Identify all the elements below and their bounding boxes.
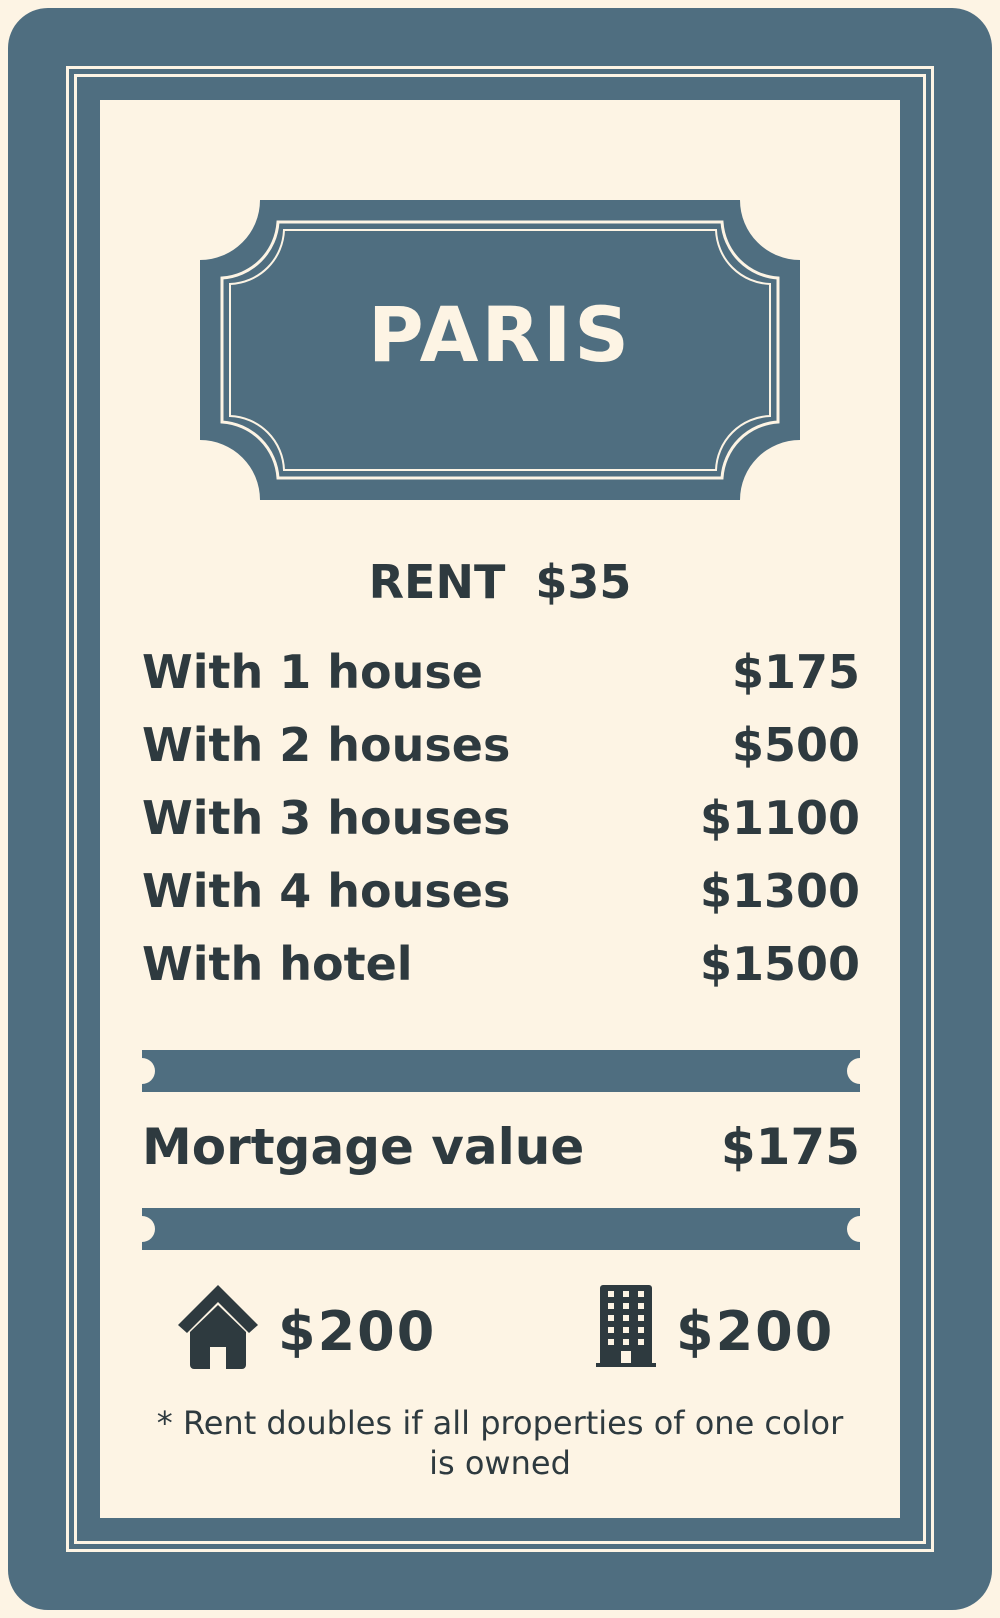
mortgage-value: $175	[720, 1118, 860, 1176]
rent-value: $35	[535, 555, 632, 609]
rent-row-3-houses: With 3 houses $1100	[142, 791, 860, 851]
divider-bottom	[142, 1208, 860, 1250]
mortgage-row: Mortgage value $175	[142, 1118, 860, 1184]
rent-row-hotel: With hotel $1500	[142, 937, 860, 997]
rent-row-value: $1300	[699, 864, 860, 918]
house-icon	[178, 1285, 258, 1369]
divider-top	[142, 1050, 860, 1092]
rent-row-value: $1500	[699, 937, 860, 991]
rent-row-label: With 3 houses	[142, 791, 511, 845]
house-cost: $200	[278, 1300, 437, 1363]
rent-row-label: With 4 houses	[142, 864, 511, 918]
rent-row-1-house: With 1 house $175	[142, 645, 860, 705]
rent-row-label: With 2 houses	[142, 718, 511, 772]
base-rent: RENT $35	[200, 555, 800, 609]
mortgage-label: Mortgage value	[142, 1118, 585, 1176]
rent-note: * Rent doubles if all properties of one …	[156, 1404, 844, 1482]
rent-row-label: With 1 house	[142, 645, 483, 699]
rent-row-value: $175	[731, 645, 860, 699]
rent-row-label: With hotel	[142, 937, 413, 991]
property-title: PARIS	[367, 290, 633, 379]
rent-row-value: $1100	[699, 791, 860, 845]
rent-row-2-houses: With 2 houses $500	[142, 718, 860, 778]
rent-row-value: $500	[731, 718, 860, 772]
hotel-cost: $200	[676, 1300, 835, 1363]
building-icon	[596, 1285, 656, 1367]
rent-row-4-houses: With 4 houses $1300	[142, 864, 860, 924]
rent-label: RENT	[368, 555, 506, 609]
